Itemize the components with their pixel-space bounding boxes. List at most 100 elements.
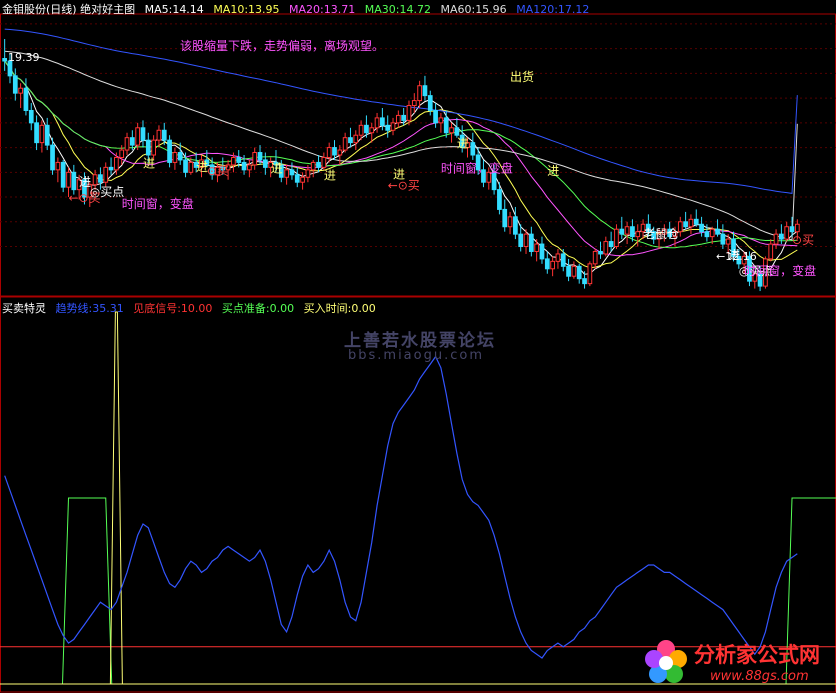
candle-body (699, 223, 704, 233)
candle-body (145, 139, 151, 156)
candle-body (129, 137, 135, 146)
candle-body (433, 109, 438, 124)
candle-body (342, 137, 348, 151)
ma5-legend: MA5:14.14 (144, 3, 204, 16)
price-annotation: 进 (547, 164, 559, 178)
candle-body (66, 171, 71, 188)
candle-body (247, 164, 252, 171)
candle-body (60, 161, 66, 188)
candle-body (252, 152, 258, 166)
logo-url: www.88gs.com (710, 669, 809, 684)
main-panel-grid (0, 23, 836, 248)
candle-body (103, 166, 109, 183)
candle-body (784, 226, 790, 240)
candle-body (294, 174, 300, 183)
main-panel-border (0, 13, 836, 297)
candle-body (534, 243, 540, 252)
candle-body (385, 124, 391, 131)
buy-prep-line (62, 497, 113, 685)
candle-body (454, 127, 460, 136)
candle-body (630, 226, 635, 238)
candle-body (380, 117, 385, 126)
candle-body (715, 228, 720, 235)
trend-line (4, 355, 798, 659)
candle-body (395, 114, 401, 124)
candle-body (172, 152, 178, 163)
candle-body (98, 174, 103, 183)
candle-body (108, 166, 114, 171)
candle-body (374, 117, 380, 129)
price-annotation: 时间窗，变盘 (744, 263, 816, 278)
candle-body (603, 241, 609, 255)
price-annotation: 时间窗，变盘 (441, 160, 513, 175)
candle-body (332, 147, 337, 156)
candle-body (300, 176, 305, 183)
candle-body (114, 156, 119, 171)
indicator-lines (0, 311, 836, 685)
candle-body (417, 85, 422, 102)
candle-body (92, 174, 98, 186)
main-panel-title: 金钼股份(日线) 绝对好主图 (2, 3, 136, 16)
candle-body (779, 233, 784, 240)
candle-body (411, 100, 417, 107)
candle-body (773, 233, 779, 245)
candle-body (71, 171, 77, 191)
buy-time-spike (109, 311, 123, 685)
ma60-line (4, 50, 798, 241)
candle-body (183, 159, 188, 173)
price-annotation: 进 (271, 161, 283, 175)
candle-body (140, 127, 146, 141)
candle-body (161, 129, 167, 141)
candle-body (768, 243, 774, 260)
candle-body (422, 85, 428, 97)
candle-body (305, 169, 311, 178)
candle-body (544, 258, 550, 270)
candle-body (39, 124, 45, 144)
price-annotation: ←⊙买 (69, 191, 101, 205)
candle-body (560, 253, 566, 267)
price-annotation: 进 (143, 156, 155, 170)
candle-body (353, 134, 359, 144)
candle-body (231, 156, 236, 166)
candle-body (513, 216, 518, 235)
candle-body (316, 161, 321, 168)
candle-body (135, 127, 141, 146)
trend-line-legend: 趋势线:35.31 (55, 302, 124, 315)
low-price-label: ←12.16 (716, 250, 757, 263)
candle-body (587, 263, 593, 285)
ma20-legend: MA20:13.71 (289, 3, 356, 16)
candle-body (167, 139, 172, 163)
sub-panel-header: 买卖特灵 趋势线:35.31 见底信号:10.00 买点准备:0.00 买入时间… (2, 300, 382, 316)
main-panel-frame (0, 13, 836, 297)
candle-body (566, 265, 571, 277)
candle-body (310, 161, 316, 171)
candle-body (576, 265, 582, 280)
candle-body (55, 161, 61, 171)
candle-body (390, 122, 396, 131)
candle-body (555, 253, 561, 262)
candle-body (614, 228, 619, 248)
candle-body (794, 223, 800, 233)
candle-body (348, 137, 353, 144)
price-annotation: ⊙买 (207, 164, 229, 178)
price-annotation: ⊙买 (792, 233, 814, 247)
candle-body (725, 238, 731, 245)
candle-body (406, 105, 412, 121)
candle-body (50, 144, 55, 171)
price-annotation: 老鼠仓 (643, 227, 679, 241)
candle-body (151, 139, 156, 156)
candle-body (720, 233, 726, 245)
candle-body (470, 142, 476, 156)
candle-body (789, 226, 795, 233)
candle-body (709, 228, 715, 238)
logo-title: 分析家公式网 (694, 643, 820, 667)
candle-body (337, 149, 343, 156)
site-logo: 分析家公式网 www.88gs.com (640, 637, 830, 689)
candle-body (156, 129, 162, 141)
ma120-legend: MA120:17.12 (516, 3, 590, 16)
candle-body (177, 152, 183, 161)
candle-body (582, 278, 587, 285)
candle-body (619, 228, 625, 235)
candle-body (571, 265, 577, 277)
candle-body (257, 152, 263, 161)
